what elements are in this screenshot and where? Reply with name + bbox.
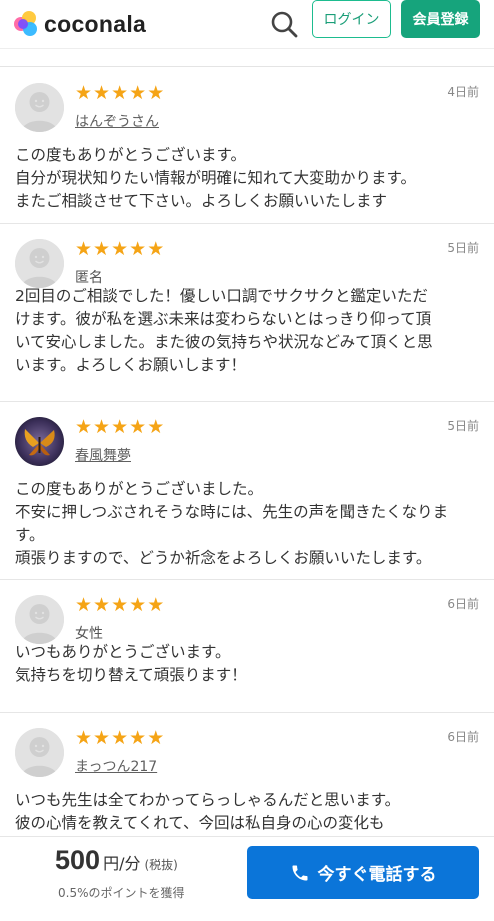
star-icon: ★: [147, 416, 165, 438]
review-text: いつもありがとうございます。 気持ちを切り替えて頑張ります！: [15, 641, 481, 687]
user-avatar: [15, 417, 64, 466]
star-icon: ★: [129, 416, 147, 438]
purchase-bar: 500 円/分 (税抜) 0.5%のポイントを獲得 今すぐ電話する: [0, 836, 494, 921]
review-date: 5日前: [447, 241, 479, 255]
price-tax-note: (税抜): [144, 858, 178, 872]
star-icon: ★: [93, 416, 111, 438]
review-text: この度もありがとうございました。 不安に押しつぶされそうな時には、先生の声を聞き…: [15, 478, 481, 570]
star-icon: ★: [75, 238, 93, 260]
user-avatar-icon: [15, 239, 64, 288]
star-icon: ★: [75, 416, 93, 438]
star-icon: ★: [129, 727, 147, 749]
star-icon: ★: [147, 594, 165, 616]
call-now-button[interactable]: 今すぐ電話する: [247, 846, 479, 899]
star-icon: ★: [147, 82, 165, 104]
logo-text: coconala: [44, 10, 147, 37]
review-text: 2回目のご相談でした！優しい口調でサクサクと鑑定いただ けます。彼が私を選ぶ未来…: [15, 285, 481, 377]
star-icon: ★: [111, 727, 129, 749]
review-text-line: 自分が現状知りたい情報が明確に知れて大変助かります。: [15, 169, 416, 187]
review-date: 4日前: [447, 85, 479, 99]
review-item: ★ ★ ★ ★ ★ まっつん217 6日前 いつも先生は全てわかってらっしゃるんだと思い…: [0, 713, 494, 853]
call-now-label: 今すぐ電話する: [317, 865, 437, 885]
star-icon: ★: [93, 82, 111, 104]
star-rating: ★ ★ ★ ★ ★: [75, 238, 164, 260]
price-value: 500: [55, 845, 101, 875]
points-note: 0.5%のポイントを獲得: [58, 886, 185, 900]
star-icon: ★: [147, 238, 165, 260]
butterfly-avatar-icon: [15, 417, 64, 466]
review-text-line: またご相談させて下さい。よろしくお願いいたします: [15, 192, 388, 210]
star-icon: ★: [75, 594, 93, 616]
star-icon: ★: [111, 416, 129, 438]
review-list: ★ ★ ★ ★ ★ はんぞうさん 4日前 この度もありがとうございます。 自分が現状知り…: [0, 68, 494, 853]
search-button[interactable]: [268, 8, 300, 40]
price-unit: 円/分: [103, 854, 141, 873]
reviewer-name-link[interactable]: まっつん217: [75, 756, 157, 776]
star-icon: ★: [111, 594, 129, 616]
review-text: いつも先生は全てわかってらっしゃるんだと思います。 彼の心情を教えてくれて、今回…: [15, 789, 481, 835]
default-avatar: [15, 239, 64, 288]
star-icon: ★: [129, 238, 147, 260]
star-icon: ★: [93, 727, 111, 749]
review-text-line: 頑張りますので、どうか祈念をよろしくお願いいたします。: [15, 549, 432, 567]
review-item: ★ ★ ★ ★ ★ 春風舞夢 5日前 この度もありがとうございました。 不安に押しつぶさ…: [0, 402, 494, 580]
star-icon: ★: [93, 594, 111, 616]
star-rating: ★ ★ ★ ★ ★: [75, 594, 164, 616]
star-icon: ★: [147, 727, 165, 749]
section-divider: [0, 66, 494, 67]
logo-mark-icon: [14, 11, 40, 37]
site-header: coconala ログイン 会員登録: [0, 0, 494, 49]
star-rating: ★ ★ ★ ★ ★: [75, 82, 164, 104]
review-text-line: います。よろしくお願いします！: [15, 356, 246, 374]
reviewer-name: 匿名: [75, 270, 103, 286]
user-avatar-icon: [15, 595, 64, 644]
reviewer-name-link[interactable]: はんぞうさん: [75, 111, 159, 131]
user-avatar-icon: [15, 83, 64, 132]
default-avatar: [15, 83, 64, 132]
star-icon: ★: [75, 727, 93, 749]
review-text-line: いつもありがとうございます。: [15, 643, 231, 661]
review-date: 6日前: [447, 730, 479, 744]
star-rating: ★ ★ ★ ★ ★: [75, 416, 164, 438]
review-text-line: 不安に押しつぶされそうな時には、先生の声を聞きたくなりま: [15, 503, 449, 521]
review-text-line: 気持ちを切り替えて頑張ります！: [15, 666, 247, 684]
review-text-line: この度もありがとうございました。: [15, 480, 264, 498]
star-icon: ★: [75, 82, 93, 104]
coconala-logo[interactable]: coconala: [14, 11, 146, 38]
review-text-line: けます。彼が私を選ぶ未来は変わらないとはっきり仰って頂: [15, 310, 432, 328]
review-date: 5日前: [447, 419, 479, 433]
search-icon: [271, 11, 298, 38]
star-icon: ★: [93, 238, 111, 260]
review-text-line: す。: [15, 526, 45, 544]
phone-icon: [292, 865, 307, 880]
review-item: ★ ★ ★ ★ ★ はんぞうさん 4日前 この度もありがとうございます。 自分が現状知り…: [0, 68, 494, 224]
reviewer-name-link[interactable]: 春風舞夢: [75, 445, 131, 465]
default-avatar: [15, 595, 64, 644]
star-icon: ★: [111, 238, 129, 260]
review-text: この度もありがとうございます。 自分が現状知りたい情報が明確に知れて大変助かりま…: [15, 144, 481, 213]
review-text-line: 2回目のご相談でした！優しい口調でサクサクと鑑定いただ: [15, 287, 428, 305]
review-text-line: 彼の心情を教えてくれて、今回は私自身の心の変化も: [15, 814, 385, 832]
review-item: ★ ★ ★ ★ ★ 匿名 5日前 2回目のご相談でした！優しい口調でサクサクと鑑定いただ…: [0, 224, 494, 402]
star-icon: ★: [129, 594, 147, 616]
review-item: ★ ★ ★ ★ ★ 女性 6日前 いつもありがとうございます。 気持ちを切り替えて頑張り…: [0, 580, 494, 713]
login-button[interactable]: ログイン: [312, 0, 391, 38]
default-avatar: [15, 728, 64, 777]
review-text-line: この度もありがとうございます。: [15, 146, 246, 164]
star-rating: ★ ★ ★ ★ ★: [75, 727, 164, 749]
signup-button[interactable]: 会員登録: [401, 0, 480, 38]
review-text-line: いつも先生は全てわかってらっしゃるんだと思います。: [15, 791, 401, 809]
review-text-line: いて安心しました。また彼の気持ちや状況などみて頂くと思: [15, 333, 433, 351]
review-date: 6日前: [447, 597, 479, 611]
star-icon: ★: [111, 82, 129, 104]
price: 500 円/分 (税抜): [55, 845, 178, 876]
user-avatar-icon: [15, 728, 64, 777]
reviewer-name: 女性: [75, 626, 103, 642]
star-icon: ★: [129, 82, 147, 104]
